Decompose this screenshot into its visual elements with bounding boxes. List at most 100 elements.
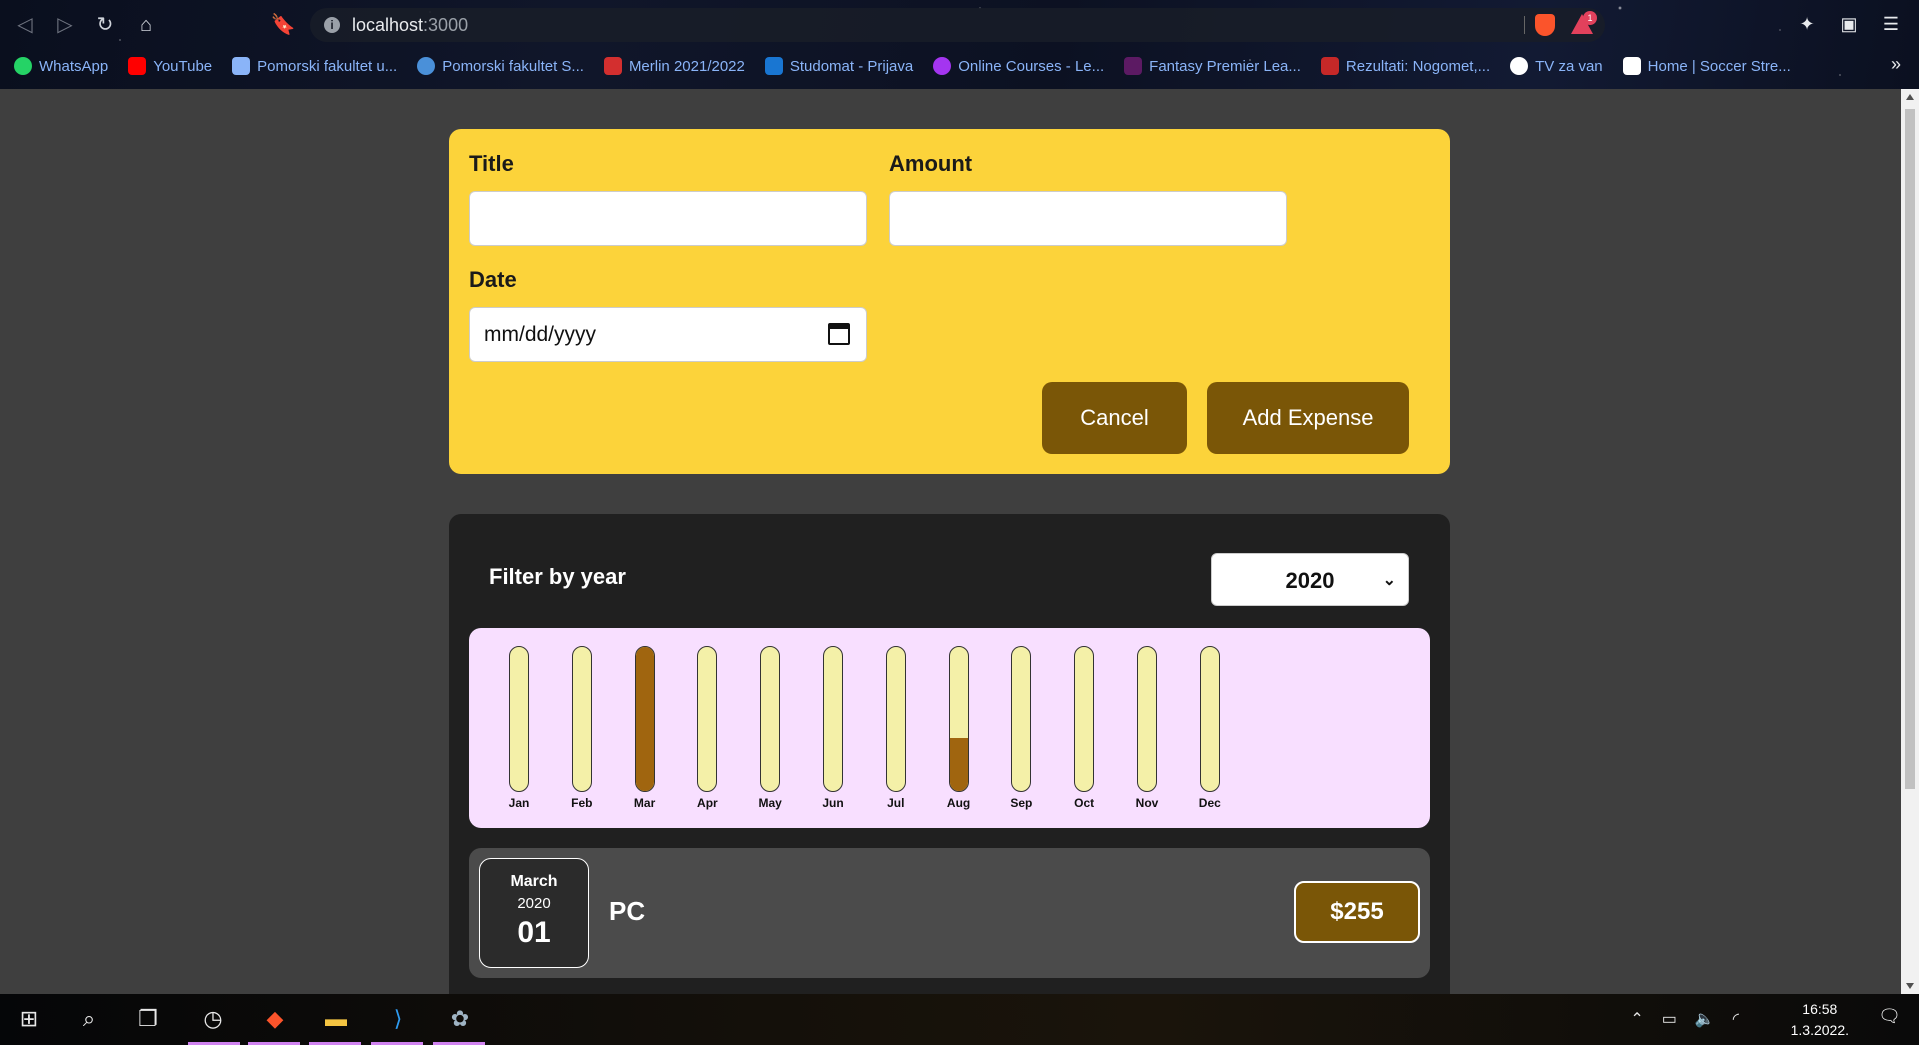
date-placeholder: mm/dd/yyyy <box>484 323 597 346</box>
bookmark-studomat[interactable]: Studomat - Prijava <box>764 57 913 75</box>
chart-bar-feb: Feb <box>567 646 597 810</box>
youtube-icon <box>128 57 147 75</box>
clock-app-icon[interactable]: ◷ <box>196 1002 230 1036</box>
calendar-icon[interactable] <box>828 323 850 345</box>
rezultati-icon <box>1320 57 1339 75</box>
bookmark-youtube[interactable]: YouTube <box>128 57 212 75</box>
title-label: Title <box>469 151 514 176</box>
back-icon[interactable]: ◁ <box>12 12 38 38</box>
chart-bar-fill <box>949 737 968 791</box>
expense-day: 01 <box>517 916 551 949</box>
bookmark-whatsapp[interactable]: WhatsApp <box>14 57 108 75</box>
clock-time: 16:58 <box>1802 1001 1838 1017</box>
notification-icon[interactable]: 🗨 <box>1878 1006 1901 1027</box>
chart-bar-label: Dec <box>1198 796 1221 810</box>
chart-bar-track <box>634 646 655 792</box>
scroll-up-icon[interactable] <box>1906 94 1914 100</box>
expenses-chart: Jan Feb Mar Apr May Jun Jul Aug Sep Oct Nov Dec <box>469 628 1430 828</box>
app-icon[interactable]: ✿ <box>443 1002 477 1036</box>
chart-bar-track <box>697 646 718 792</box>
chevron-down-icon: ⌄ <box>1382 572 1396 589</box>
page-scrollbar[interactable] <box>1901 89 1919 994</box>
forward-icon[interactable]: ▷ <box>52 12 78 38</box>
browser-chrome: ◁ ▷ ↻ ⌂ 🔖 i localhost:3000 1 ✦ ▣ ☰ Whats… <box>0 0 1919 89</box>
bookmarks-overflow-icon[interactable]: » <box>1891 54 1901 75</box>
amount-input[interactable] <box>889 191 1287 246</box>
menu-icon[interactable]: ☰ <box>1879 12 1903 36</box>
bookmark-tv-za-van[interactable]: TV za van <box>1510 57 1603 75</box>
year-select[interactable]: 2020 ⌄ <box>1211 553 1409 606</box>
vscode-icon[interactable]: ⟩ <box>381 1002 415 1036</box>
merlin-icon <box>603 57 622 75</box>
chart-bar-nov: Nov <box>1132 646 1162 810</box>
battery-icon[interactable]: ▭ <box>1662 1009 1677 1029</box>
brave-browser-icon[interactable]: ◆ <box>258 1002 292 1036</box>
expense-date: March 2020 01 <box>479 858 589 968</box>
wallet-icon[interactable]: ▣ <box>1837 12 1861 36</box>
title-input[interactable] <box>469 191 867 246</box>
address-bar[interactable]: i localhost:3000 1 <box>310 8 1605 42</box>
pfri-icon <box>232 57 251 75</box>
s-logo-icon <box>1622 57 1641 75</box>
scroll-down-icon[interactable] <box>1906 983 1914 989</box>
search-icon[interactable]: ⌕ <box>72 1002 106 1036</box>
chart-bar-label: Mar <box>633 796 656 810</box>
bookmark-pfri-2[interactable]: Pomorski fakultet S... <box>417 57 584 75</box>
expense-month: March <box>510 873 558 890</box>
udemy-icon <box>933 57 952 75</box>
date-label: Date <box>469 267 517 292</box>
tray-chevron-icon[interactable]: ⌃ <box>1630 1009 1643 1029</box>
bookmark-udemy[interactable]: Online Courses - Le... <box>933 57 1104 75</box>
chart-bar-label: May <box>758 796 782 810</box>
url-text[interactable]: localhost:3000 <box>352 15 468 36</box>
chart-bar-aug: Aug <box>944 646 974 810</box>
chart-bar-sep: Sep <box>1006 646 1036 810</box>
bookmark-pfri-1[interactable]: Pomorski fakultet u... <box>232 57 397 75</box>
chart-bar-jul: Jul <box>881 646 911 810</box>
address-separator <box>1524 16 1525 34</box>
chart-bar-track <box>885 646 906 792</box>
expense-year: 2020 <box>517 895 551 912</box>
bookmarks-bar: WhatsApp YouTube Pomorski fakultet u... … <box>14 54 1791 78</box>
bookmark-merlin[interactable]: Merlin 2021/2022 <box>603 57 745 75</box>
home-icon[interactable]: ⌂ <box>133 12 159 38</box>
taskbar-clock[interactable]: 16:58 1.3.2022. <box>1791 999 1849 1041</box>
brave-shield-icon[interactable] <box>1535 14 1555 36</box>
extensions-icon[interactable]: ✦ <box>1795 12 1819 36</box>
chart-bar-may: May <box>755 646 785 810</box>
expense-title: PC <box>609 896 646 926</box>
globe-icon <box>1510 57 1529 75</box>
add-expense-button[interactable]: Add Expense <box>1207 382 1409 454</box>
system-tray: ⌃ ▭ 🔈 ◜ <box>1630 1009 1739 1029</box>
expenses-card: Filter by year 2020 ⌄ Jan Feb Mar Apr May Jun… <box>449 514 1450 994</box>
pfri-globe-icon <box>417 57 436 75</box>
chart-bar-track <box>1137 646 1157 792</box>
chart-bar-track <box>1199 646 1220 792</box>
chart-bar-oct: Oct <box>1069 646 1099 810</box>
studomat-icon <box>764 57 783 75</box>
volume-icon[interactable]: 🔈 <box>1695 1009 1715 1029</box>
cancel-button[interactable]: Cancel <box>1042 382 1187 454</box>
amount-label: Amount <box>889 151 973 176</box>
chart-bar-track <box>509 646 529 792</box>
reload-icon[interactable]: ↻ <box>92 12 118 38</box>
date-input[interactable]: mm/dd/yyyy <box>469 307 867 362</box>
chart-bar-label: Jan <box>508 796 530 810</box>
chart-bar-track <box>1074 646 1095 792</box>
expense-amount: $255 <box>1294 881 1420 943</box>
chart-bar-label: Aug <box>946 796 971 810</box>
bookmark-fpl[interactable]: Fantasy Premier Lea... <box>1124 57 1301 75</box>
chart-bar-dec: Dec <box>1195 646 1225 810</box>
bookmark-icon[interactable]: 🔖 <box>270 12 296 38</box>
bookmark-rezultati[interactable]: Rezultati: Nogomet,... <box>1320 57 1490 75</box>
rewards-badge: 1 <box>1583 11 1597 25</box>
wifi-icon[interactable]: ◜ <box>1733 1009 1739 1029</box>
scrollbar-thumb[interactable] <box>1905 109 1915 789</box>
windows-start-icon[interactable]: ⊞ <box>12 1002 46 1036</box>
file-explorer-icon[interactable]: ▬ <box>319 1002 353 1036</box>
chart-bar-label: Feb <box>571 796 593 810</box>
task-view-icon[interactable]: ❐ <box>131 1002 165 1036</box>
site-info-icon[interactable]: i <box>324 17 340 33</box>
chart-bar-track <box>760 646 781 792</box>
bookmark-soccer-streams[interactable]: Home | Soccer Stre... <box>1622 57 1791 75</box>
